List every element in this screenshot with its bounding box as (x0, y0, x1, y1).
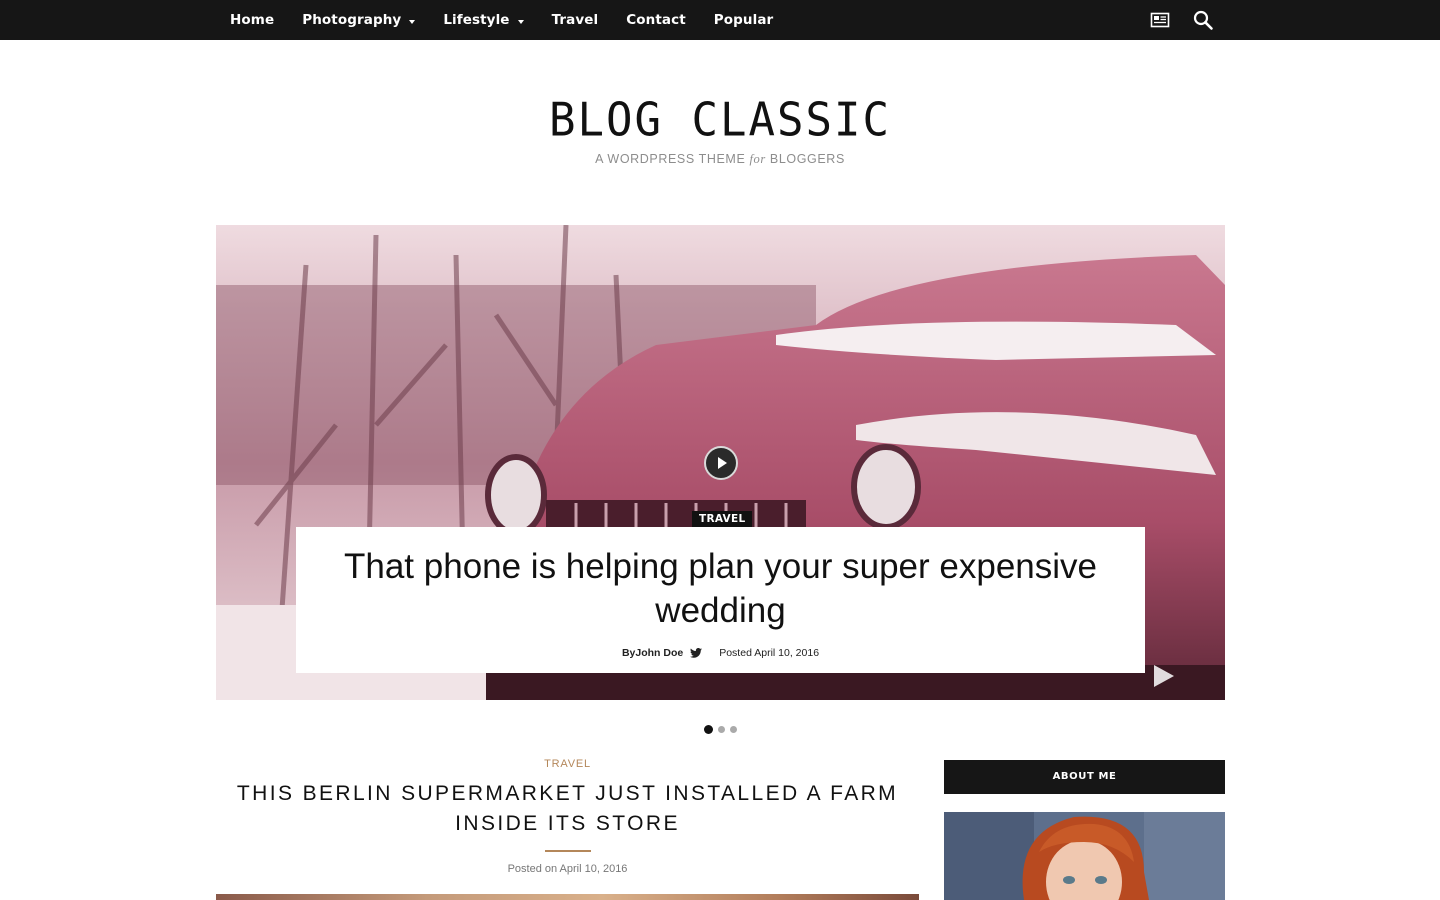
featured-slider[interactable]: TRAVEL That phone is helping plan your s… (216, 225, 1225, 700)
nav-label: Lifestyle (443, 12, 510, 28)
hero-post-title[interactable]: That phone is helping plan your super ex… (296, 545, 1145, 633)
twitter-icon[interactable] (690, 648, 703, 658)
post-entry: TRAVEL THIS BERLIN SUPERMARKET JUST INST… (216, 758, 919, 875)
tagline-text: A WORDPRESS THEME (595, 152, 750, 166)
slider-pagination (704, 725, 742, 734)
post-category[interactable]: TRAVEL (216, 758, 919, 770)
post-date: Posted on April 10, 2016 (507, 863, 628, 875)
tagline-text: BLOGGERS (765, 152, 845, 166)
chevron-down-icon (517, 19, 524, 24)
chevron-down-icon (409, 19, 416, 24)
site-tagline: A WORDPRESS THEME for BLOGGERS (0, 152, 1440, 167)
hero-caption-card: That phone is helping plan your super ex… (296, 527, 1145, 673)
site-logo[interactable]: BLOG CLASSIC A WORDPRESS THEME for BLOGG… (0, 92, 1440, 167)
slider-next-arrow[interactable] (1154, 665, 1174, 687)
nav-item-travel[interactable]: Travel (552, 0, 599, 40)
newspaper-icon[interactable] (1150, 10, 1170, 30)
hero-category-tag[interactable]: TRAVEL (692, 511, 753, 527)
nav-item-home[interactable]: Home (230, 0, 274, 40)
title-divider (544, 850, 591, 852)
nav-item-photography[interactable]: Photography (302, 0, 416, 40)
top-navbar: Home Photography Lifestyle Travel Contac… (0, 0, 1440, 40)
nav-label: Photography (302, 12, 402, 28)
about-me-heading: ABOUT ME (944, 760, 1225, 794)
nav-label: Home (230, 12, 275, 28)
site-title: BLOG CLASSIC (549, 93, 891, 148)
nav-label: Travel (551, 12, 599, 28)
slider-dot-3[interactable] (730, 726, 737, 733)
portrait-image (944, 812, 1225, 900)
search-icon[interactable] (1192, 9, 1214, 31)
slider-dot-1[interactable] (704, 725, 713, 734)
nav-icon-group (1150, 0, 1214, 40)
nav-item-contact[interactable]: Contact (626, 0, 686, 40)
play-icon (718, 457, 727, 469)
about-me-photo (944, 812, 1225, 900)
nav-label: Popular (713, 12, 774, 28)
post-thumbnail[interactable] (216, 894, 919, 900)
main-menu: Home Photography Lifestyle Travel Contac… (216, 0, 801, 40)
nav-item-popular[interactable]: Popular (714, 0, 774, 40)
hero-author[interactable]: ByJohn Doe (622, 647, 683, 659)
hero-post-meta: ByJohn Doe Posted April 10, 2016 (296, 647, 1145, 659)
hero-post-date: Posted April 10, 2016 (719, 647, 820, 659)
post-title[interactable]: THIS BERLIN SUPERMARKET JUST INSTALLED A… (216, 779, 919, 839)
slider-dot-2[interactable] (718, 726, 725, 733)
nav-item-lifestyle[interactable]: Lifestyle (443, 0, 524, 40)
nav-label: Contact (626, 12, 686, 28)
play-video-button[interactable] (704, 446, 738, 480)
tagline-for: for (749, 152, 766, 166)
